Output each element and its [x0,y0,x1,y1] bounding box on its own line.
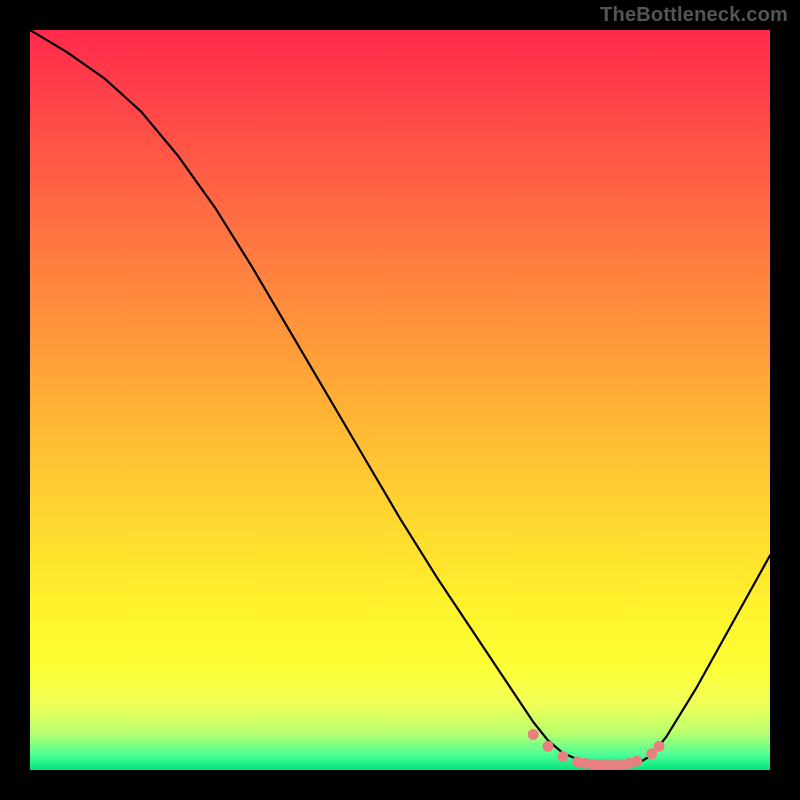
bottleneck-curve [30,30,770,766]
chart-svg [30,30,770,770]
highlight-dot [543,741,554,752]
highlight-dots [528,729,665,770]
chart-frame: TheBottleneck.com [0,0,800,800]
watermark-text: TheBottleneck.com [600,4,788,27]
highlight-dot [631,756,642,767]
highlight-dot [654,741,665,752]
plot-area [30,30,770,770]
highlight-dot [528,729,539,740]
highlight-dot [557,751,568,762]
